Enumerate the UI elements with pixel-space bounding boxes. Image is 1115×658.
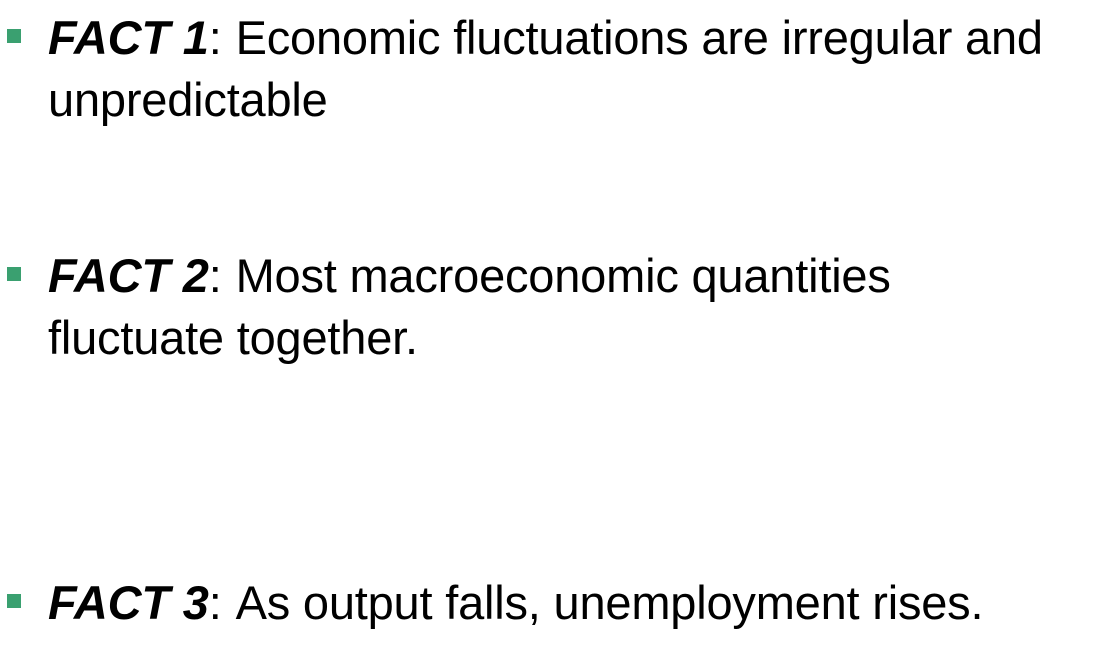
fact-text-1: FACT 1: Economic fluctuations are irregul… (48, 7, 1113, 131)
fact-label-1: FACT 1 (48, 11, 209, 64)
square-bullet-icon (7, 29, 21, 43)
square-bullet-icon (7, 594, 21, 608)
fact-body-1: Economic fluctuations are irregular and (235, 11, 1043, 64)
fact-text-3: FACT 3: As output falls, unemployment ris… (48, 572, 1113, 634)
fact-body-1-continued: unpredictable (48, 73, 328, 126)
fact-colon-3: : (208, 576, 222, 629)
fact-colon-1: : (208, 11, 222, 64)
fact-text-2: FACT 2: Most macroeconomic quantities flu… (48, 245, 1113, 369)
fact-line-2: FACT 2: Most macroeconomic quantities (48, 245, 1113, 307)
fact-line-1: FACT 1: Economic fluctuations are irregul… (48, 7, 1113, 69)
fact-body-2-continued: fluctuate together. (48, 311, 418, 364)
fact-line-3: FACT 3: As output falls, unemployment ris… (48, 572, 1113, 634)
square-bullet-icon (7, 267, 21, 281)
fact-body-2: Most macroeconomic quantities (235, 249, 891, 302)
fact-label-2: FACT 2 (48, 249, 209, 302)
fact-colon-2: : (208, 249, 222, 302)
fact-label-3: FACT 3 (48, 576, 209, 629)
fact-body-3: As output falls, unemployment rises. (235, 576, 984, 629)
